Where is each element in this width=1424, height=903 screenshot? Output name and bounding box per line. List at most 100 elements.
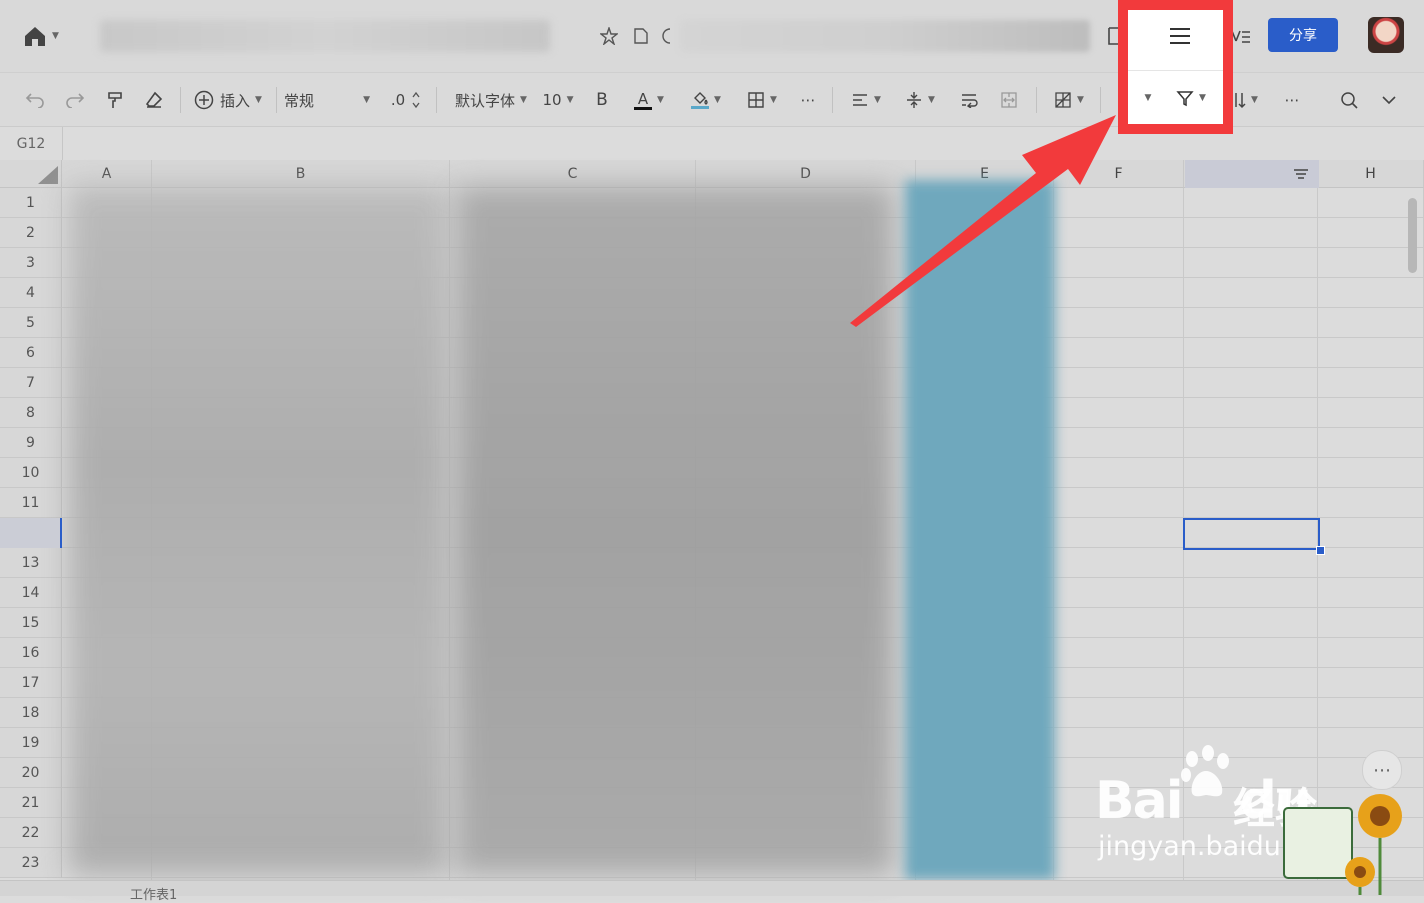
chevron-down-icon: ▼ — [255, 95, 262, 105]
row-header-3[interactable]: 3 — [0, 248, 62, 278]
select-all-corner[interactable] — [0, 160, 62, 188]
format-painter-button[interactable] — [102, 87, 128, 113]
font-color-label: A — [637, 89, 649, 108]
vertical-scrollbar[interactable] — [1408, 198, 1417, 273]
row-header-7[interactable]: 7 — [0, 368, 62, 398]
font-family-select[interactable]: 默认字体 ▼ — [450, 87, 532, 113]
row-header-13[interactable]: 13 — [0, 548, 62, 578]
row-12-header-highlight — [0, 518, 62, 548]
row-header-10[interactable]: 10 — [0, 458, 62, 488]
chevron-down-icon — [1382, 96, 1396, 105]
search-icon — [1341, 92, 1358, 109]
bold-button[interactable]: B — [590, 87, 614, 113]
fill-handle[interactable] — [1316, 546, 1325, 555]
toolbar-divider — [276, 87, 277, 113]
hamburger-menu-icon — [1170, 28, 1190, 44]
row-header-11[interactable]: 11 — [0, 488, 62, 518]
chevron-down-icon: ▼ — [1199, 93, 1206, 103]
stepper-arrows-icon — [412, 91, 420, 109]
row-header-9[interactable]: 9 — [0, 428, 62, 458]
decimal-stepper[interactable]: .0 — [385, 85, 427, 115]
decimal-value: .0 — [390, 91, 406, 109]
row-header-21[interactable]: 21 — [0, 788, 62, 818]
more-tools-button[interactable]: ⋯ — [1280, 87, 1304, 113]
row-header-23[interactable]: 23 — [0, 848, 62, 878]
list-icon — [1231, 30, 1250, 43]
row-header-8[interactable]: 8 — [0, 398, 62, 428]
row-header-1[interactable]: 1 — [0, 188, 62, 218]
font-size-select[interactable]: 10 ▼ — [540, 87, 576, 113]
chevron-down-icon: ▼ — [566, 95, 574, 105]
borders-button[interactable]: ▼ — [742, 87, 782, 113]
chevron-down-icon: ▼ — [714, 95, 721, 105]
save-status-button[interactable] — [630, 24, 652, 48]
row-header-16[interactable]: 16 — [0, 638, 62, 668]
font-size-value: 10 — [542, 91, 562, 109]
insert-button[interactable]: 插入 ▼ — [190, 87, 266, 113]
star-icon — [600, 27, 618, 45]
chevron-down-icon: ▼ — [657, 95, 664, 105]
redo-icon — [66, 93, 85, 108]
highlight-divider — [1128, 70, 1223, 71]
document-title-blurred — [100, 20, 550, 52]
filter-lines-icon — [1294, 169, 1308, 179]
cell-reference[interactable]: G12 — [0, 127, 63, 161]
filter-button[interactable]: ▼ — [1170, 86, 1212, 110]
collapse-toolbar-button[interactable] — [1376, 87, 1402, 113]
menu-button[interactable] — [1164, 22, 1196, 50]
search-button[interactable] — [1336, 87, 1362, 113]
chevron-down-icon: ▼ — [52, 31, 59, 41]
chevron-down-icon: ▼ — [1077, 95, 1084, 105]
history-button[interactable] — [660, 24, 674, 48]
chevron-down-icon: ▼ — [928, 95, 935, 105]
row-header-17[interactable]: 17 — [0, 668, 62, 698]
home-button[interactable]: ▼ — [18, 22, 64, 50]
sort-icon — [1235, 93, 1246, 109]
sheet-tab[interactable]: 工作表1 — [130, 884, 177, 903]
row-header-20[interactable]: 20 — [0, 758, 62, 788]
filter-icon — [1176, 91, 1194, 107]
selected-cell-g12[interactable] — [1183, 518, 1320, 550]
row-header-6[interactable]: 6 — [0, 338, 62, 368]
format-painter-icon — [108, 92, 122, 108]
column-filter-button[interactable] — [1290, 164, 1312, 184]
clear-format-button[interactable] — [141, 87, 167, 113]
highlight-box — [1118, 0, 1233, 134]
row-header-4[interactable]: 4 — [0, 278, 62, 308]
column-header-c[interactable]: C — [450, 160, 696, 188]
row-header-15[interactable]: 15 — [0, 608, 62, 638]
sunflower-decoration — [1283, 794, 1402, 895]
toolbar-divider — [436, 87, 437, 113]
row-header-22[interactable]: 22 — [0, 818, 62, 848]
chevron-down-icon: ▼ — [770, 95, 777, 105]
chevron-down-icon: ▼ — [520, 95, 527, 105]
undo-icon — [25, 93, 44, 108]
share-button[interactable]: 分享 — [1268, 18, 1338, 52]
column-header-h[interactable]: H — [1318, 160, 1424, 188]
freeze-dropdown[interactable]: ▼ — [1140, 86, 1156, 110]
row-header-2[interactable]: 2 — [0, 218, 62, 248]
row-header-19[interactable]: 19 — [0, 728, 62, 758]
chevron-down-icon: ▼ — [1251, 95, 1258, 105]
row-header-5[interactable]: 5 — [0, 308, 62, 338]
user-avatar[interactable] — [1368, 17, 1404, 53]
select-all-icon — [38, 166, 58, 184]
column-header-a[interactable]: A — [62, 160, 152, 188]
number-format-select[interactable]: 常规 ▼ — [284, 87, 370, 113]
redo-button[interactable] — [62, 87, 88, 113]
column-header-b[interactable]: B — [152, 160, 450, 188]
add-circle-icon — [194, 90, 214, 110]
spreadsheet-app: ▼ 分享 插入 ▼ 常规 ▼ .0 默认字体 ▼ 10 ▼ B A ▼ ▼ ▼ … — [0, 0, 1424, 903]
fill-color-button[interactable]: ▼ — [686, 85, 726, 115]
star-button[interactable] — [598, 24, 620, 48]
row-header-14[interactable]: 14 — [0, 578, 62, 608]
home-icon — [25, 27, 46, 46]
more-format-button[interactable]: ⋯ — [796, 87, 820, 113]
font-color-swatch — [634, 106, 653, 110]
row-header-18[interactable]: 18 — [0, 698, 62, 728]
blurred-content-c-d — [455, 185, 895, 875]
number-format-value: 常规 — [284, 91, 315, 110]
eraser-icon — [145, 91, 163, 108]
undo-button[interactable] — [22, 87, 48, 113]
font-color-button[interactable]: A ▼ — [628, 85, 670, 115]
